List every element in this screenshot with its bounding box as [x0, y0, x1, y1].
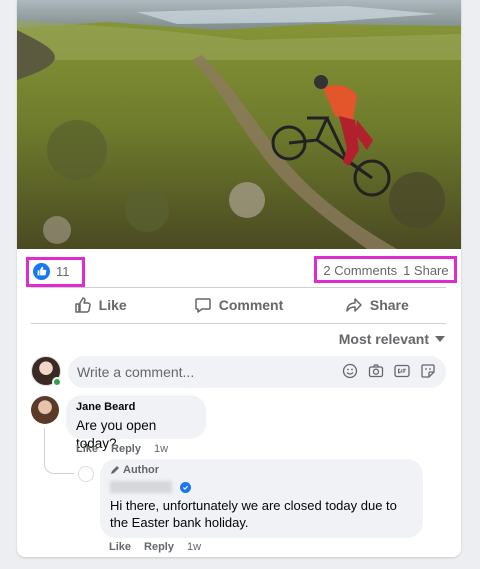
share-icon — [346, 298, 362, 312]
reply-thread-line — [44, 428, 74, 474]
share-button-label: Share — [369, 297, 409, 313]
caret-down-icon — [435, 336, 445, 342]
comment-timestamp[interactable]: 1w — [154, 443, 168, 455]
post-card: 11 2 Comments 1 Share Like Comment Share… — [17, 0, 461, 557]
engagement-counts-highlight — [314, 256, 457, 283]
comment-icon — [194, 298, 211, 313]
reply-author[interactable] — [110, 476, 413, 494]
comment-button-label: Comment — [218, 297, 284, 313]
like-button[interactable]: Like — [31, 289, 169, 321]
reply-reply-link[interactable]: Reply — [144, 541, 174, 553]
comment-sort-dropdown[interactable]: Most relevant — [339, 331, 445, 347]
thumbs-up-icon — [74, 297, 91, 313]
reply-like-link[interactable]: Like — [109, 541, 131, 553]
gif-icon[interactable] — [394, 363, 410, 379]
sticker-icon[interactable] — [420, 363, 436, 379]
comment-reply-link[interactable]: Reply — [111, 443, 141, 455]
divider-top — [31, 287, 446, 288]
post-actions: Like Comment Share — [31, 289, 446, 321]
author-badge: Author — [110, 464, 413, 476]
divider-bottom — [31, 323, 446, 324]
emoji-icon[interactable] — [342, 363, 358, 379]
like-count-highlight — [26, 257, 85, 287]
comment-author[interactable]: Jane Beard — [76, 401, 196, 413]
commenter-avatar[interactable] — [31, 396, 59, 424]
comment-input[interactable] — [77, 364, 337, 380]
reply-timestamp[interactable]: 1w — [187, 541, 201, 553]
verified-check-icon — [180, 481, 192, 493]
like-button-label: Like — [98, 297, 127, 313]
comment-button[interactable]: Comment — [169, 289, 307, 321]
pencil-icon — [111, 466, 119, 474]
comment-meta: Like Reply 1w — [76, 443, 168, 455]
composer-icons — [342, 363, 436, 379]
share-button[interactable]: Share — [308, 289, 446, 321]
sort-label: Most relevant — [338, 331, 429, 347]
comment-bubble: Jane Beard Are you open today? — [66, 395, 206, 451]
reply-text: Hi there, unfortunately we are closed to… — [110, 498, 397, 530]
comment-composer[interactable] — [68, 356, 446, 388]
reply-bubble: Author Hi there, unfortunately we are cl… — [100, 459, 423, 538]
comment-like-link[interactable]: Like — [76, 443, 98, 455]
author-badge-label: Author — [123, 464, 160, 476]
redacted-name — [110, 481, 172, 494]
post-photo[interactable] — [17, 0, 461, 249]
camera-icon[interactable] — [368, 363, 384, 379]
online-status-indicator — [52, 377, 62, 387]
page-avatar[interactable] — [78, 466, 94, 482]
reply-meta: Like Reply 1w — [109, 541, 201, 553]
